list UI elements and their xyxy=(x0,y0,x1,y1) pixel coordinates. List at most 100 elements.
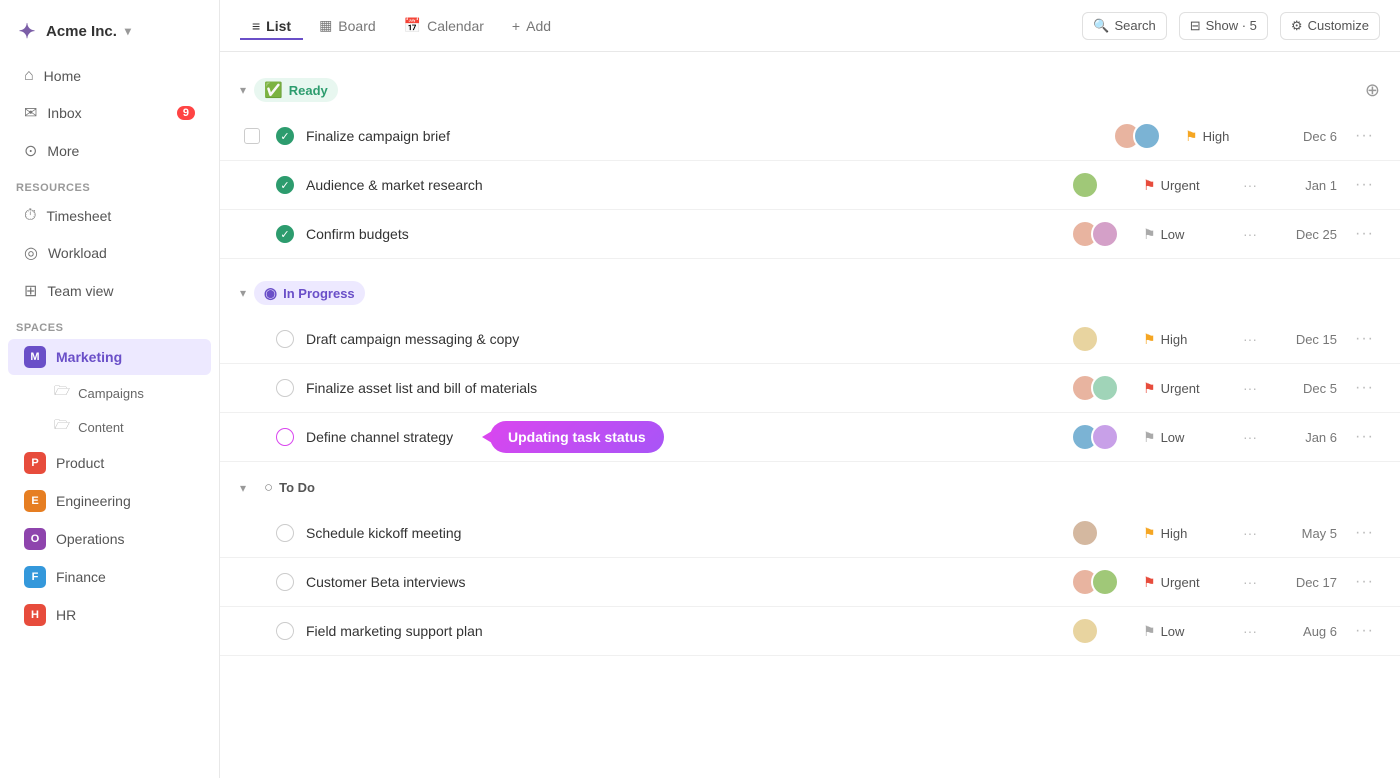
more-options-button[interactable]: ··· xyxy=(1349,125,1380,147)
task-priority: ⚑ Urgent xyxy=(1143,177,1223,194)
task-date: Dec 15 xyxy=(1277,332,1337,347)
task-status-checkbox[interactable] xyxy=(276,573,294,591)
priority-label: Urgent xyxy=(1161,575,1200,590)
space-badge-operations: O xyxy=(24,528,46,550)
avatar xyxy=(1091,220,1119,248)
more-options-button[interactable]: ··· xyxy=(1349,620,1380,642)
priority-label: Urgent xyxy=(1161,381,1200,396)
add-icon: + xyxy=(512,18,520,34)
more-options-button[interactable]: ··· xyxy=(1349,377,1380,399)
task-row: ✓ Confirm budgets ⚑ Low ··· Dec 25 ··· xyxy=(220,210,1400,259)
sidebar-item-timesheet[interactable]: ⏱ Timesheet xyxy=(8,199,211,233)
task-row: Finalize asset list and bill of material… xyxy=(220,364,1400,413)
add-task-ready-button[interactable]: ⊕ xyxy=(1365,80,1380,101)
row-checkbox[interactable] xyxy=(244,128,260,144)
sidebar-item-finance[interactable]: F Finance xyxy=(8,559,211,595)
customize-label: Customize xyxy=(1308,18,1369,33)
task-status-checkbox[interactable] xyxy=(276,524,294,542)
tab-board[interactable]: ▦ Board xyxy=(307,11,388,40)
app-name: Acme Inc. xyxy=(46,23,117,40)
task-status-checkbox[interactable] xyxy=(276,428,294,446)
row-select[interactable] xyxy=(240,128,264,144)
sidebar-item-marketing[interactable]: M Marketing xyxy=(8,339,211,375)
more-options-button[interactable]: ··· xyxy=(1349,223,1380,245)
calendar-icon: 📅 xyxy=(404,17,421,34)
sidebar-subitem-campaigns[interactable]: 🗁 Campaigns xyxy=(8,377,211,409)
avatar xyxy=(1071,171,1099,199)
task-name: Audience & market research xyxy=(306,177,1059,193)
more-options-button[interactable]: ··· xyxy=(1349,571,1380,593)
sidebar-item-label: Home xyxy=(44,68,81,84)
folder-icon: 🗁 xyxy=(54,416,70,438)
sidebar-item-hr[interactable]: H HR xyxy=(8,597,211,633)
sidebar-item-workload[interactable]: ◎ Workload xyxy=(8,235,211,271)
avatar xyxy=(1133,122,1161,150)
more-options-button[interactable]: ··· xyxy=(1349,328,1380,350)
task-avatars xyxy=(1071,374,1131,402)
gear-icon: ⚙ xyxy=(1291,18,1303,34)
section-toggle-ready[interactable]: ▾ xyxy=(240,83,246,97)
more-options-button[interactable]: ··· xyxy=(1349,426,1380,448)
sidebar-item-label: Marketing xyxy=(56,349,122,365)
tab-calendar[interactable]: 📅 Calendar xyxy=(392,11,496,40)
customize-button[interactable]: ⚙ Customize xyxy=(1280,12,1380,40)
more-options-button[interactable]: ··· xyxy=(1349,522,1380,544)
tab-list[interactable]: ≡ List xyxy=(240,12,303,40)
sidebar-item-teamview[interactable]: ⊞ Team view xyxy=(8,273,211,309)
workload-icon: ◎ xyxy=(24,243,38,263)
section-label-inprogress[interactable]: ◉ In Progress xyxy=(254,281,365,305)
priority-label: High xyxy=(1161,332,1188,347)
priority-flag-icon: ⚑ xyxy=(1143,623,1156,640)
task-name: Finalize asset list and bill of material… xyxy=(306,380,1059,396)
section-label-ready[interactable]: ✅ Ready xyxy=(254,78,338,102)
task-avatars xyxy=(1071,519,1131,547)
priority-flag-icon: ⚑ xyxy=(1185,128,1198,145)
extra-dots: ··· xyxy=(1235,331,1265,347)
priority-flag-icon: ⚑ xyxy=(1143,331,1156,348)
show-button[interactable]: ⊟ Show · 5 xyxy=(1179,12,1268,40)
task-priority: ⚑ High xyxy=(1143,525,1223,542)
task-status-checkbox[interactable] xyxy=(276,622,294,640)
space-badge-marketing: M xyxy=(24,346,46,368)
task-name: Field marketing support plan xyxy=(306,623,1059,639)
task-avatars xyxy=(1071,325,1131,353)
tab-add[interactable]: + Add xyxy=(500,12,563,40)
task-status-checkbox[interactable] xyxy=(276,330,294,348)
task-priority: ⚑ Urgent xyxy=(1143,380,1223,397)
section-toggle-inprogress[interactable]: ▾ xyxy=(240,286,246,300)
task-name: Confirm budgets xyxy=(306,226,1059,242)
sidebar-item-product[interactable]: P Product xyxy=(8,445,211,481)
sidebar-subitem-content[interactable]: 🗁 Content xyxy=(8,411,211,443)
sidebar-item-label: Product xyxy=(56,455,104,471)
section-header-inprogress: ▾ ◉ In Progress xyxy=(220,271,1400,315)
sidebar-item-operations[interactable]: O Operations xyxy=(8,521,211,557)
sidebar-item-label: Engineering xyxy=(56,493,131,509)
sidebar-item-home[interactable]: ⌂ Home xyxy=(8,59,211,93)
task-avatars xyxy=(1071,220,1131,248)
sidebar-item-label: Inbox xyxy=(47,105,81,121)
sidebar-item-more[interactable]: ⊙ More xyxy=(8,133,211,169)
priority-flag-icon: ⚑ xyxy=(1143,525,1156,542)
sidebar-item-label: Operations xyxy=(56,531,124,547)
task-status-checkbox[interactable] xyxy=(276,379,294,397)
task-status-checkbox[interactable]: ✓ xyxy=(276,127,294,145)
section-toggle-todo[interactable]: ▾ xyxy=(240,481,246,495)
logo-icon: ✦ xyxy=(16,20,38,42)
show-icon: ⊟ xyxy=(1190,18,1201,34)
app-logo[interactable]: ✦ Acme Inc. ▾ xyxy=(0,12,219,58)
sidebar-item-inbox[interactable]: ✉ Inbox 9 xyxy=(8,95,211,131)
sidebar-item-engineering[interactable]: E Engineering xyxy=(8,483,211,519)
task-avatars xyxy=(1071,617,1131,645)
list-icon: ≡ xyxy=(252,18,260,34)
section-label-todo[interactable]: ○ To Do xyxy=(254,476,325,499)
search-button[interactable]: 🔍 Search xyxy=(1082,12,1166,40)
avatar xyxy=(1091,374,1119,402)
task-status-checkbox[interactable]: ✓ xyxy=(276,176,294,194)
task-date: Aug 6 xyxy=(1277,624,1337,639)
circle-empty-icon: ○ xyxy=(264,479,273,496)
task-name: Customer Beta interviews xyxy=(306,574,1059,590)
task-status-checkbox[interactable]: ✓ xyxy=(276,225,294,243)
priority-label: High xyxy=(1161,526,1188,541)
more-options-button[interactable]: ··· xyxy=(1349,174,1380,196)
priority-label: High xyxy=(1203,129,1230,144)
